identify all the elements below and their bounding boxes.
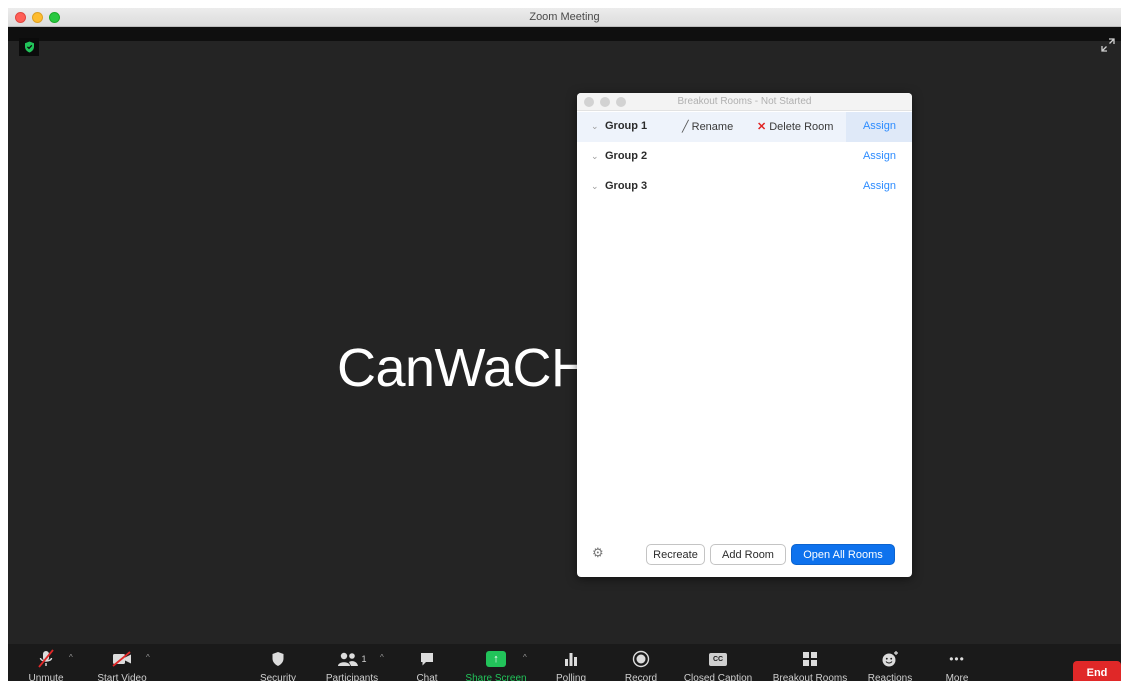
participants-caret-icon[interactable]: ^ <box>380 653 384 662</box>
polling-button[interactable]: Polling <box>554 644 588 681</box>
breakout-rooms-grid-icon <box>786 648 834 670</box>
reactions-button[interactable]: Reactions <box>868 644 912 681</box>
gear-icon[interactable]: ⚙ <box>592 545 604 561</box>
window-title: Zoom Meeting <box>529 11 600 23</box>
delete-room-label: Delete Room <box>769 121 834 133</box>
start-video-button[interactable]: Start Video <box>97 644 147 681</box>
share-screen-button[interactable]: ↑ Share Screen <box>465 644 527 681</box>
end-meeting-button[interactable]: End <box>1073 661 1121 681</box>
assign-button[interactable]: Assign <box>863 180 896 192</box>
participants-count: 1 <box>361 654 367 664</box>
group-row-2[interactable]: ⌄ Group 2 Assign <box>577 142 912 172</box>
assign-cell: Assign <box>846 142 912 172</box>
participants-icon: 1 <box>326 648 378 670</box>
polling-bar-chart-icon <box>554 648 588 670</box>
reactions-label: Reactions <box>867 673 913 681</box>
add-room-button[interactable]: Add Room <box>710 544 786 565</box>
participants-button[interactable]: 1 Participants <box>326 644 378 681</box>
chevron-down-icon[interactable]: ⌄ <box>591 181 599 192</box>
share-screen-icon: ↑ <box>470 648 522 670</box>
pencil-icon: ╱ <box>682 121 689 133</box>
window-titlebar: Zoom Meeting <box>8 8 1121 27</box>
meeting-top-strip <box>8 27 1121 41</box>
audio-options-caret-icon[interactable]: ^ <box>69 653 73 662</box>
breakout-rooms-label: Breakout Rooms <box>772 673 848 681</box>
participant-name: CanWaCH <box>337 338 590 398</box>
breakout-rooms-button[interactable]: Breakout Rooms <box>773 644 847 681</box>
record-label: Record <box>624 673 658 681</box>
share-options-caret-icon[interactable]: ^ <box>523 653 527 662</box>
group-name: Group 1 <box>605 120 648 132</box>
microphone-muted-icon <box>26 648 66 670</box>
delete-room-button[interactable]: ✕ Delete Room <box>757 120 833 133</box>
assign-cell: Assign <box>846 112 912 142</box>
smiley-reaction-icon <box>870 648 910 670</box>
dialog-titlebar: Breakout Rooms - Not Started <box>577 93 912 111</box>
zoom-meeting-window: Zoom Meeting CanWaCH Breakout Rooms - No… <box>8 8 1121 681</box>
security-button[interactable]: Security <box>256 644 300 681</box>
rename-button[interactable]: ╱ Rename <box>682 120 733 133</box>
group-name: Group 3 <box>605 180 648 192</box>
closed-caption-label: Closed Caption <box>683 673 753 681</box>
group-row-3[interactable]: ⌄ Group 3 Assign <box>577 172 912 202</box>
meeting-toolbar: Unmute ^ Start Video ^ Security 1 Partic… <box>8 644 1121 681</box>
breakout-rooms-dialog: Breakout Rooms - Not Started ⌄ Group 1 ╱… <box>577 93 912 577</box>
more-label: More <box>945 673 969 681</box>
assign-button[interactable]: Assign <box>863 120 896 132</box>
fullscreen-expand-icon[interactable] <box>1101 38 1117 54</box>
polling-label: Polling <box>555 673 587 681</box>
group-name: Group 2 <box>605 150 648 162</box>
rename-label: Rename <box>691 121 734 133</box>
dialog-title: Breakout Rooms - Not Started <box>677 96 812 107</box>
open-all-rooms-button[interactable]: Open All Rooms <box>791 544 895 565</box>
cc-badge: CC <box>709 652 727 666</box>
more-button[interactable]: ••• More <box>942 644 972 681</box>
assign-cell: Assign <box>846 172 912 202</box>
shield-icon <box>256 648 300 670</box>
chevron-down-icon[interactable]: ⌄ <box>591 121 599 132</box>
unmute-label: Unmute <box>28 673 64 681</box>
unmute-button[interactable]: Unmute <box>26 644 66 681</box>
more-dots-icon: ••• <box>949 652 965 666</box>
delete-x-icon: ✕ <box>757 121 767 133</box>
assign-button[interactable]: Assign <box>863 150 896 162</box>
recreate-button[interactable]: Recreate <box>646 544 705 565</box>
video-stage: CanWaCH <box>8 41 1121 644</box>
chat-button[interactable]: Chat <box>412 644 442 681</box>
chat-bubble-icon <box>412 648 442 670</box>
video-options-caret-icon[interactable]: ^ <box>146 653 150 662</box>
share-screen-label: Share Screen <box>465 673 527 681</box>
participants-label: Participants <box>325 673 379 681</box>
group-row-1[interactable]: ⌄ Group 1 ╱ Rename ✕ Delete Room Assign <box>577 112 912 142</box>
closed-caption-button[interactable]: CC Closed Caption <box>684 644 752 681</box>
video-off-icon <box>100 648 144 670</box>
start-video-label: Start Video <box>97 673 147 681</box>
record-button[interactable]: Record <box>624 644 658 681</box>
closed-caption-icon: CC <box>696 648 740 670</box>
encryption-shield-icon[interactable] <box>19 38 39 56</box>
chevron-down-icon[interactable]: ⌄ <box>591 151 599 162</box>
record-icon <box>624 648 658 670</box>
